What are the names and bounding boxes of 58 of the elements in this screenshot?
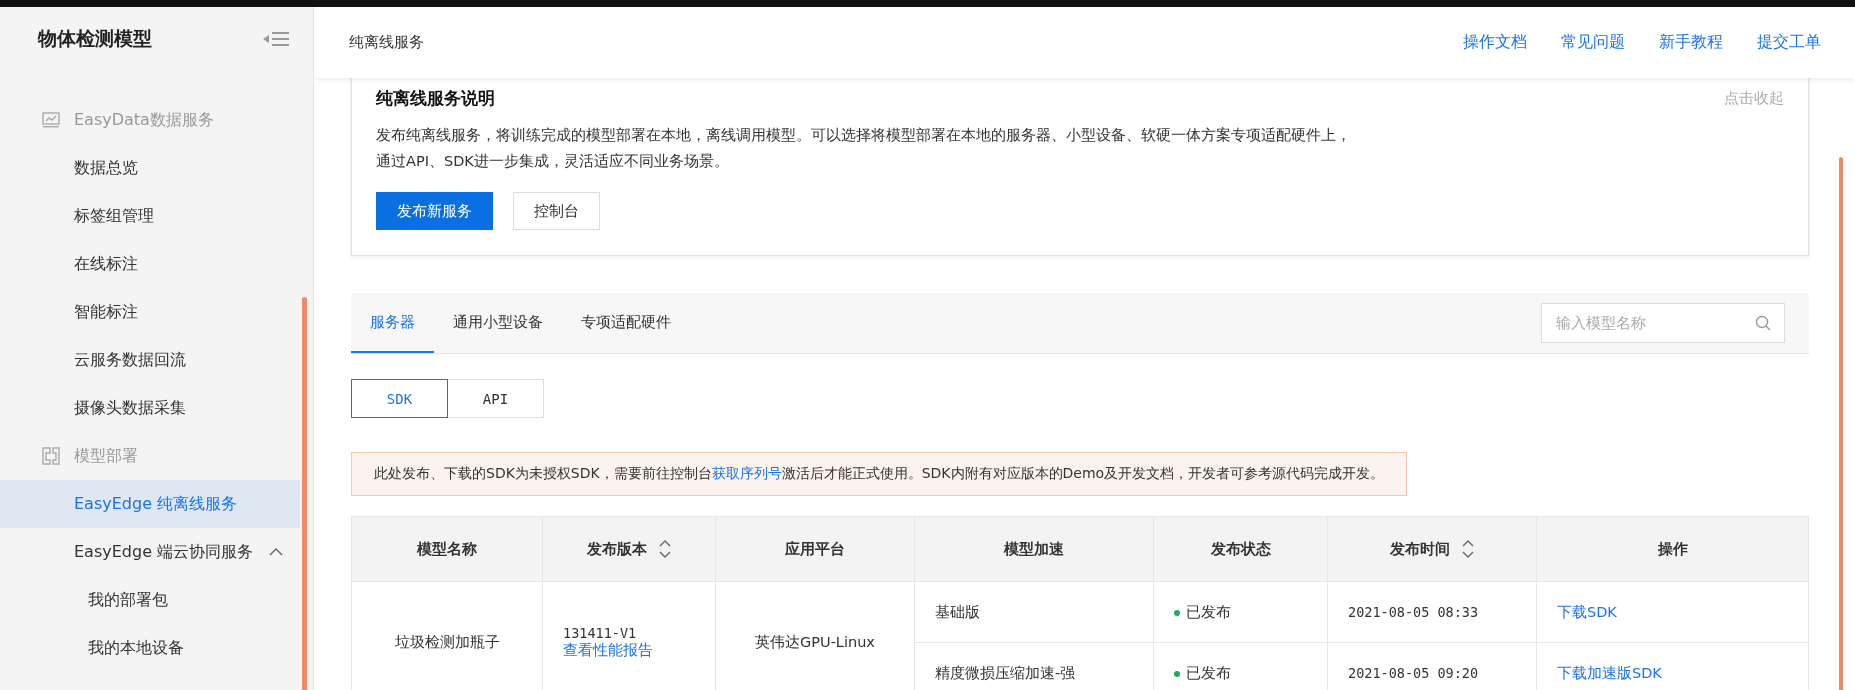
column-header: 发布版本 [542,516,716,582]
menu-item[interactable]: 我的本地设备 [0,624,300,672]
menu-item[interactable]: 智能标注 [0,288,300,336]
table-cell: 基础版 [935,603,980,620]
page-title: 纯离线服务 [349,33,424,52]
card-title: 纯离线服务说明 [376,87,495,110]
column-header: 操作 [1536,516,1809,582]
deploy-icon [42,447,60,465]
menu-item[interactable]: 云服务数据回流 [0,336,300,384]
toggle-option[interactable]: API [448,379,544,418]
menu-item[interactable]: 摄像头数据采集 [0,384,300,432]
sidebar-title: 物体检测模型 [38,26,152,51]
table-cell-text: 131411-V1 [563,625,638,641]
description-text: 发布纯离线服务，将训练完成的模型部署在本地，离线调用模型。可以选择将模型部署在本地的服务器、小型设备、软硬一体方案专项适配硬件上， [376,126,1352,145]
download-link[interactable]: 下载SDK [1557,603,1617,620]
report-link[interactable]: 查看性能报告 [563,642,653,658]
toggle-option[interactable]: SDK [351,379,448,418]
menu-item[interactable]: 我的部署包 [0,576,300,624]
status-text: 已发布 [1186,603,1231,620]
collapse-menu-icon[interactable] [263,31,289,47]
column-header: 模型名称 [351,516,543,582]
notice-text: 此处发布、下载的SDK为未授权SDK，需要前往控制台获取序列号激活后才能正式使用。SDK内附有对应版本的Demo及开发文档，开发者可参考源代码完成开发。 [374,465,1385,483]
status-text: 已发布 [1186,664,1231,681]
tab[interactable]: 通用小型设备 [434,293,562,353]
sort-icon[interactable] [1462,540,1474,558]
menu-group-label: EasyData数据服务 [74,109,214,131]
column-header: 发布时间 [1327,516,1537,582]
serial-link[interactable]: 获取序列号 [711,465,782,481]
column-header: 发布状态 [1153,516,1328,582]
header-link[interactable]: 新手教程 [1659,32,1723,53]
table-cell: 2021-08-05 08:33 [1348,604,1479,620]
description-text: 通过API、SDK进一步集成，灵活适应不同业务场景。 [376,152,730,171]
menu-item[interactable]: EasyEdge 端云协同服务 [0,528,300,576]
search-field[interactable]: 输入模型名称 [1541,303,1785,343]
column-header: 应用平台 [715,516,915,582]
tab[interactable]: 服务器 [351,293,434,353]
sort-icon[interactable] [659,540,671,558]
menu-group-label: 模型部署 [74,445,138,467]
menu-item[interactable]: 标签组管理 [0,192,300,240]
menu-item[interactable]: EasyEdge 纯离线服务 [0,480,300,528]
table-cell: 垃圾检测加瓶子 [394,634,500,650]
menu-item[interactable]: 数据总览 [0,144,300,192]
search-icon [1755,315,1771,331]
column-header: 模型加速 [914,516,1154,582]
scrollbar[interactable] [1839,157,1843,690]
header-link[interactable]: 提交工单 [1757,32,1821,53]
header-link[interactable]: 常见问题 [1561,32,1625,53]
action-button[interactable]: 控制台 [513,192,600,230]
header-link[interactable]: 操作文档 [1463,32,1527,53]
table-cell: 英伟达GPU-Linux [755,634,875,650]
table-cell: 2021-08-05 09:20 [1348,665,1479,681]
table-cell: 精度微损压缩加速-强 [935,664,1076,681]
action-button[interactable]: 发布新服务 [376,192,493,230]
download-link[interactable]: 下载加速版SDK [1557,664,1662,681]
tab[interactable]: 专项适配硬件 [562,293,690,353]
menu-item[interactable]: 在线标注 [0,240,300,288]
scrollbar[interactable] [302,297,307,690]
chart-icon [42,112,60,128]
